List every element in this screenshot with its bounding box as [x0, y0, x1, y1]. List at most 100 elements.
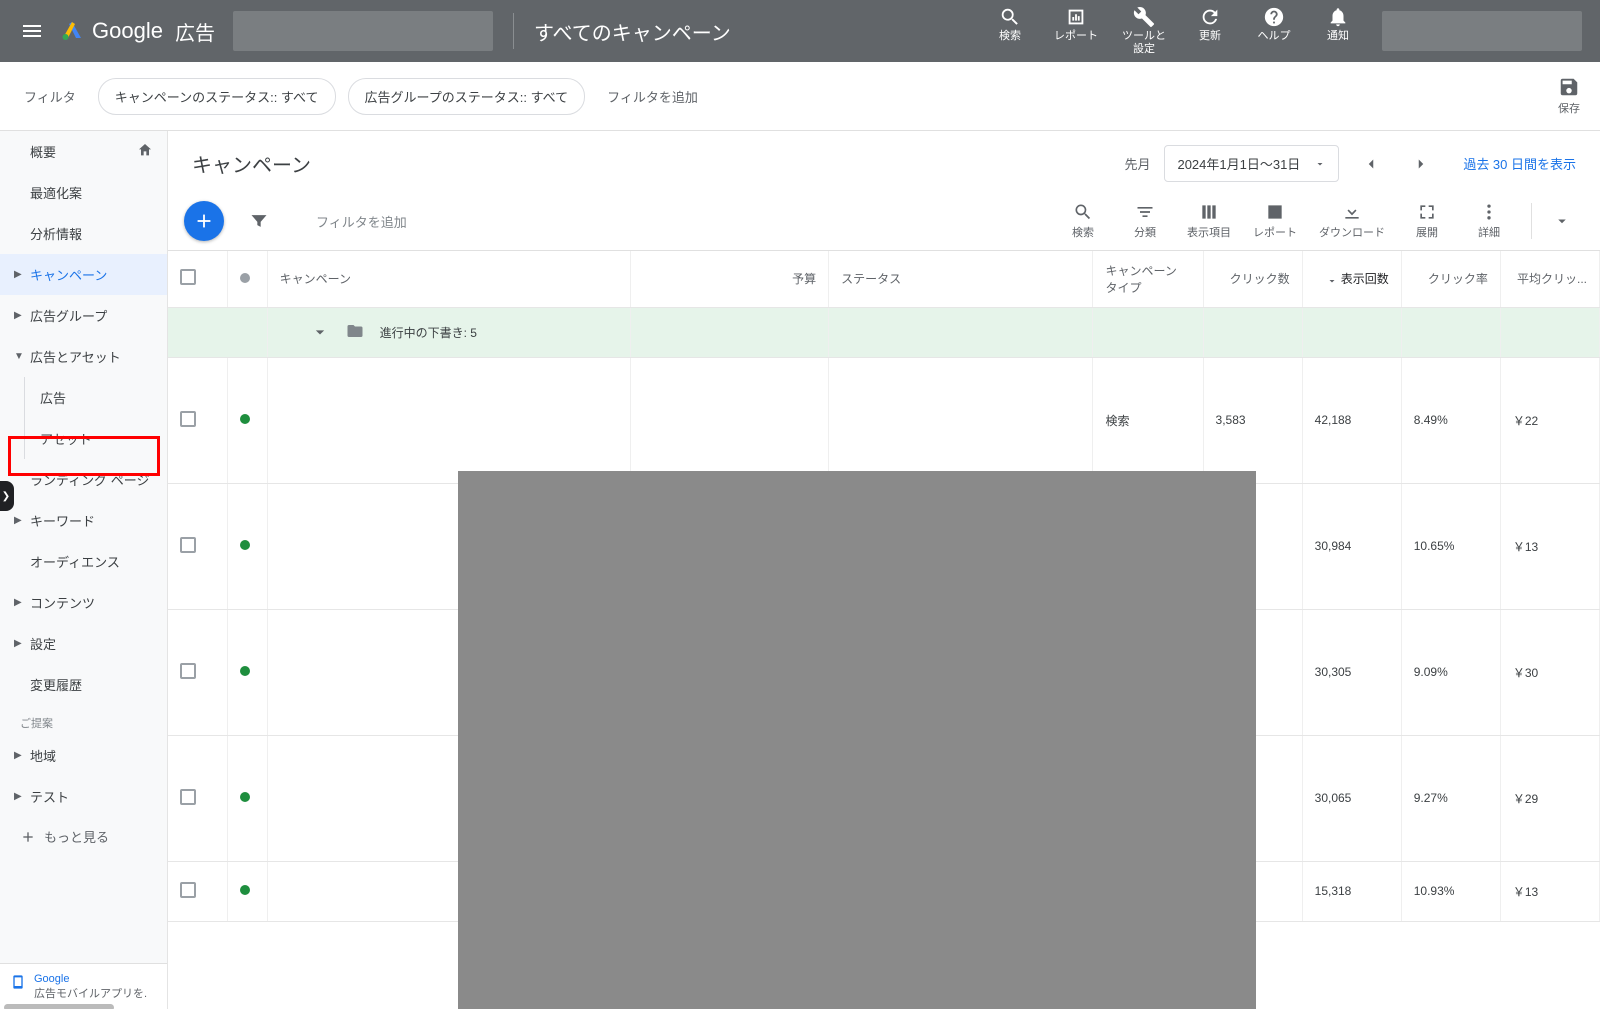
top-report-button[interactable]: レポート: [1054, 6, 1098, 43]
page-title: キャンペーン: [192, 149, 311, 178]
add-campaign-button[interactable]: [184, 201, 224, 241]
plus-icon: [193, 210, 215, 232]
show-30-days-link[interactable]: 過去 30 日間を表示: [1463, 154, 1576, 173]
divider: [1531, 203, 1532, 239]
brand-main: Google: [92, 18, 163, 44]
status-dot-icon: [240, 666, 250, 676]
sidenav-settings[interactable]: ▶設定: [0, 623, 167, 664]
menu-button[interactable]: [8, 7, 56, 55]
horizontal-scrollbar[interactable]: [4, 1004, 114, 1009]
top-tools: 検索 レポート ツールと 設定 更新 ヘルプ 通知: [990, 0, 1358, 62]
brand-sub: 広告: [175, 17, 215, 46]
row-checkbox[interactable]: [180, 663, 196, 679]
chevron-down-icon: [310, 322, 330, 342]
topbar: Google 広告 すべてのキャンペーン 検索 レポート ツールと 設定 更新 …: [0, 0, 1600, 62]
table-header-row: キャンペーン 予算 ステータス キャンペーン タイプ クリック数 表示回数 クリ…: [168, 251, 1600, 307]
sidenav: ❯ 概要 最適化案 分析情報 ▶キャンペーン ▶広告グループ ▼広告とアセット …: [0, 131, 168, 1009]
sidenav-audience[interactable]: オーディエンス: [0, 541, 167, 582]
status-dot-icon: [240, 414, 250, 424]
logo[interactable]: Google 広告: [60, 17, 215, 46]
toolbar-search[interactable]: 検索: [1063, 202, 1103, 240]
filter-icon-button[interactable]: [238, 200, 280, 242]
sidenav-contents[interactable]: ▶コンテンツ: [0, 582, 167, 623]
chip-campaign-status[interactable]: キャンペーンのステータス:: すべて: [98, 78, 336, 115]
filterbar: フィルタ キャンペーンのステータス:: すべて 広告グループのステータス:: す…: [0, 62, 1600, 131]
add-filter-link[interactable]: フィルタを追加: [607, 87, 698, 106]
date-prev-button[interactable]: [1353, 146, 1389, 182]
header-checkbox[interactable]: [168, 251, 227, 307]
sidenav-region[interactable]: ▶地域: [0, 735, 167, 776]
header-status[interactable]: ステータス: [829, 251, 1093, 307]
chip-adgroup-status[interactable]: 広告グループのステータス:: すべて: [348, 78, 586, 115]
content-header: キャンペーン 先月 2024年1月1日～31日 過去 30 日間を表示: [168, 131, 1600, 192]
top-help-button[interactable]: ヘルプ: [1254, 6, 1294, 43]
sidenav-landing[interactable]: ランディング ページ: [0, 459, 167, 500]
status-dot-icon: [240, 885, 250, 895]
sidenav-change-history[interactable]: 変更履歴: [0, 664, 167, 705]
sidenav-test[interactable]: ▶テスト: [0, 776, 167, 817]
sidenav-campaigns[interactable]: ▶キャンペーン: [0, 254, 167, 295]
sidenav-more[interactable]: もっと見る: [0, 817, 167, 856]
toolbar-expand[interactable]: 展開: [1407, 202, 1447, 240]
sidenav-keywords[interactable]: ▶キーワード: [0, 500, 167, 541]
sidenav-suggestions-label: ご提案: [0, 705, 167, 735]
filter-label: フィルタ: [24, 87, 76, 106]
table-toolbar: フィルタを追加 検索 分類 表示項目 レポート ダウンロード 展開 詳細: [168, 192, 1600, 251]
row-checkbox[interactable]: [180, 789, 196, 805]
status-dot-icon: [240, 792, 250, 802]
status-dot-icon: [240, 540, 250, 550]
scope-label: すべてのキャンペーン: [534, 17, 731, 46]
top-tools-settings-button[interactable]: ツールと 設定: [1122, 6, 1166, 56]
header-cpc[interactable]: 平均クリッ...: [1500, 251, 1599, 307]
account-info-box[interactable]: [1382, 11, 1582, 51]
toolbar-details[interactable]: 詳細: [1469, 202, 1509, 240]
table-row[interactable]: 検索 3,583 42,188 8.49% ￥22: [168, 357, 1600, 483]
sidenav-overview[interactable]: 概要: [0, 131, 167, 172]
toolbar-columns[interactable]: 表示項目: [1187, 202, 1231, 240]
account-selector[interactable]: [233, 11, 493, 51]
top-search-button[interactable]: 検索: [990, 6, 1030, 43]
toolbar-add-filter[interactable]: フィルタを追加: [316, 212, 407, 231]
top-refresh-button[interactable]: 更新: [1190, 6, 1230, 43]
toolbar-collapse[interactable]: [1542, 201, 1582, 241]
sort-desc-icon: [1326, 272, 1338, 286]
row-checkbox[interactable]: [180, 882, 196, 898]
phone-icon: [10, 974, 26, 990]
sidenav-analytics[interactable]: 分析情報: [0, 213, 167, 254]
collapse-handle[interactable]: ❯: [0, 481, 14, 511]
home-icon: [137, 142, 153, 161]
filter-icon: [249, 211, 269, 231]
sidenav-assets[interactable]: アセット: [0, 418, 167, 459]
sidenav-ads-assets[interactable]: ▼広告とアセット: [0, 336, 167, 377]
last-month-label: 先月: [1124, 154, 1150, 173]
plus-icon: [20, 829, 36, 845]
row-checkbox[interactable]: [180, 411, 196, 427]
redacted-overlay: [458, 471, 1256, 1009]
header-budget[interactable]: 予算: [630, 251, 828, 307]
header-campaign[interactable]: キャンペーン: [267, 251, 630, 307]
mobile-app-promo[interactable]: Google広告モバイルアプリを.: [0, 963, 167, 1009]
google-ads-icon: [60, 19, 84, 43]
top-notifications-button[interactable]: 通知: [1318, 6, 1358, 43]
drafts-row[interactable]: 進行中の下書き: 5: [168, 307, 1600, 357]
drafts-label: 進行中の下書き: 5: [380, 324, 477, 341]
toolbar-segment[interactable]: 分類: [1125, 202, 1165, 240]
header-clicks[interactable]: クリック数: [1203, 251, 1302, 307]
folder-icon: [346, 322, 364, 343]
sidenav-optimization[interactable]: 最適化案: [0, 172, 167, 213]
toolbar-download[interactable]: ダウンロード: [1319, 202, 1385, 240]
row-checkbox[interactable]: [180, 537, 196, 553]
save-button[interactable]: 保存: [1558, 76, 1580, 116]
date-range-picker[interactable]: 2024年1月1日～31日: [1164, 145, 1339, 182]
header-ctr[interactable]: クリック率: [1401, 251, 1500, 307]
sidenav-adgroups[interactable]: ▶広告グループ: [0, 295, 167, 336]
header-type[interactable]: キャンペーン タイプ: [1093, 251, 1203, 307]
header-impressions[interactable]: 表示回数: [1302, 251, 1401, 307]
toolbar-report[interactable]: レポート: [1253, 202, 1297, 240]
content-area: キャンペーン 先月 2024年1月1日～31日 過去 30 日間を表示 フィルタ…: [168, 131, 1600, 1009]
divider: [513, 13, 514, 49]
sidenav-ads[interactable]: 広告: [0, 377, 167, 418]
table-wrap: キャンペーン 予算 ステータス キャンペーン タイプ クリック数 表示回数 クリ…: [168, 251, 1600, 1009]
date-next-button[interactable]: [1403, 146, 1439, 182]
dropdown-icon: [1314, 158, 1326, 170]
